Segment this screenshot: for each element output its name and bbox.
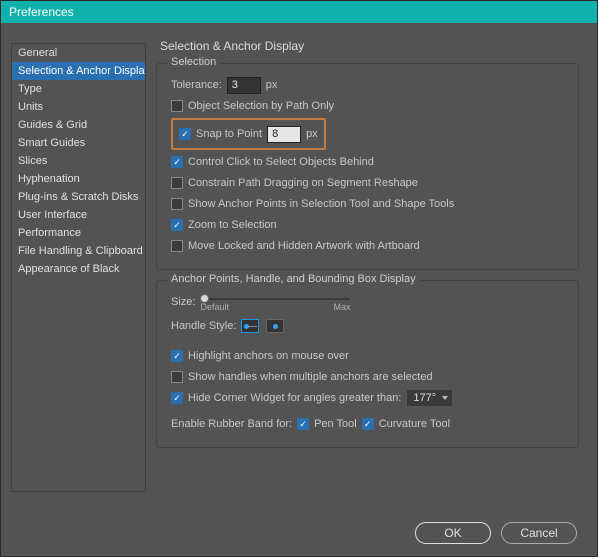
rubber-band-label: Enable Rubber Band for: [171, 418, 292, 430]
size-label: Size: [171, 296, 195, 308]
object-selection-path-only-label: Object Selection by Path Only [188, 100, 334, 112]
selection-group: Selection Tolerance: px Object Selection… [156, 63, 579, 270]
sidebar-item-appearance-black[interactable]: Appearance of Black [12, 260, 145, 278]
snap-to-point-checkbox[interactable] [179, 128, 191, 140]
sidebar-item-units[interactable]: Units [12, 98, 145, 116]
snap-to-point-input[interactable] [267, 126, 301, 143]
sidebar-item-guides-grid[interactable]: Guides & Grid [12, 116, 145, 134]
sidebar-item-selection-anchor[interactable]: Selection & Anchor Display [12, 62, 145, 80]
anchor-legend: Anchor Points, Handle, and Bounding Box … [167, 273, 420, 285]
size-min-label: Default [200, 302, 229, 312]
rubber-band-curvature-checkbox[interactable] [362, 418, 374, 430]
handle-style-option-1[interactable] [241, 319, 259, 333]
sidebar-item-file-handling[interactable]: File Handling & Clipboard [12, 242, 145, 260]
snap-to-point-highlight: Snap to Point px [171, 118, 326, 150]
handle-style-label: Handle Style: [171, 320, 236, 332]
sidebar-item-smart-guides[interactable]: Smart Guides [12, 134, 145, 152]
constrain-path-drag-checkbox[interactable] [171, 177, 183, 189]
preferences-dialog: Preferences General Selection & Anchor D… [0, 0, 598, 557]
constrain-path-drag-label: Constrain Path Dragging on Segment Resha… [188, 177, 418, 189]
control-click-behind-label: Control Click to Select Objects Behind [188, 156, 374, 168]
cancel-button[interactable]: Cancel [501, 522, 577, 544]
dialog-titlebar: Preferences [1, 1, 597, 23]
sidebar-item-general[interactable]: General [12, 44, 145, 62]
dialog-content: General Selection & Anchor Display Type … [1, 23, 597, 500]
size-max-label: Max [333, 302, 350, 312]
show-handles-multi-checkbox[interactable] [171, 371, 183, 383]
snap-to-point-unit: px [306, 128, 318, 140]
sidebar-item-slices[interactable]: Slices [12, 152, 145, 170]
sidebar-item-performance[interactable]: Performance [12, 224, 145, 242]
ok-button[interactable]: OK [415, 522, 491, 544]
snap-to-point-label: Snap to Point [196, 128, 262, 140]
tolerance-label: Tolerance: [171, 79, 222, 91]
zoom-to-selection-checkbox[interactable] [171, 219, 183, 231]
zoom-to-selection-label: Zoom to Selection [188, 219, 277, 231]
tolerance-input[interactable] [227, 77, 261, 94]
size-slider-thumb[interactable] [200, 294, 209, 303]
sidebar-item-user-interface[interactable]: User Interface [12, 206, 145, 224]
rubber-band-pen-label: Pen Tool [314, 418, 357, 430]
hide-corner-widget-label: Hide Corner Widget for angles greater th… [188, 392, 401, 404]
tolerance-unit: px [266, 79, 278, 91]
show-anchor-in-tools-checkbox[interactable] [171, 198, 183, 210]
size-slider[interactable] [200, 298, 350, 300]
control-click-behind-checkbox[interactable] [171, 156, 183, 168]
size-slider-wrap: Default Max [200, 293, 350, 312]
size-slider-labels: Default Max [200, 302, 350, 312]
highlight-hover-checkbox[interactable] [171, 350, 183, 362]
dialog-footer: OK Cancel [415, 522, 577, 544]
show-handles-multi-label: Show handles when multiple anchors are s… [188, 371, 433, 383]
hide-corner-widget-angle[interactable]: 177° [406, 389, 453, 407]
hide-corner-widget-checkbox[interactable] [171, 392, 183, 404]
rubber-band-curvature-label: Curvature Tool [379, 418, 450, 430]
object-selection-path-only-checkbox[interactable] [171, 100, 183, 112]
sidebar-item-hyphenation[interactable]: Hyphenation [12, 170, 145, 188]
handle-style-option-2[interactable] [266, 319, 284, 333]
move-locked-artboard-checkbox[interactable] [171, 240, 183, 252]
selection-legend: Selection [167, 56, 220, 68]
show-anchor-in-tools-label: Show Anchor Points in Selection Tool and… [188, 198, 454, 210]
main-pane: Selection & Anchor Display Selection Tol… [150, 23, 597, 500]
move-locked-artboard-label: Move Locked and Hidden Artwork with Artb… [188, 240, 420, 252]
dialog-title: Preferences [9, 5, 74, 19]
rubber-band-pen-checkbox[interactable] [297, 418, 309, 430]
sidebar-item-plugins-scratch[interactable]: Plug-ins & Scratch Disks [12, 188, 145, 206]
category-sidebar: General Selection & Anchor Display Type … [11, 43, 146, 492]
sidebar-item-type[interactable]: Type [12, 80, 145, 98]
highlight-hover-label: Highlight anchors on mouse over [188, 350, 349, 362]
anchor-group: Anchor Points, Handle, and Bounding Box … [156, 280, 579, 448]
